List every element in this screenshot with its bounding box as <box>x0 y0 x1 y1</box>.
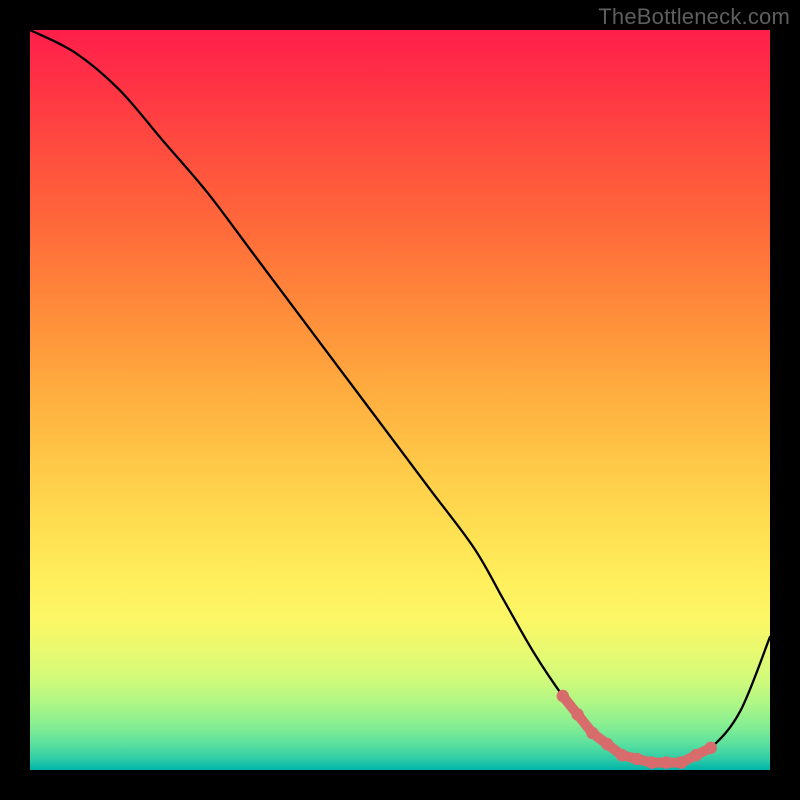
bottleneck-curve <box>30 30 770 764</box>
highlight-dot <box>631 753 643 765</box>
highlight-dot <box>705 742 717 754</box>
curve-svg <box>30 30 770 770</box>
highlight-dot <box>601 738 613 750</box>
highlight-dot <box>571 708 583 720</box>
highlight-dot <box>675 756 687 768</box>
chart-container: TheBottleneck.com <box>0 0 800 800</box>
watermark-text: TheBottleneck.com <box>598 4 790 30</box>
highlight-dot <box>586 727 598 739</box>
highlight-dot <box>660 756 672 768</box>
optimal-highlight <box>557 690 717 769</box>
highlight-dot <box>557 690 569 702</box>
plot-area <box>30 30 770 770</box>
highlight-dot <box>690 749 702 761</box>
highlight-dot <box>645 756 657 768</box>
highlight-dot <box>616 749 628 761</box>
